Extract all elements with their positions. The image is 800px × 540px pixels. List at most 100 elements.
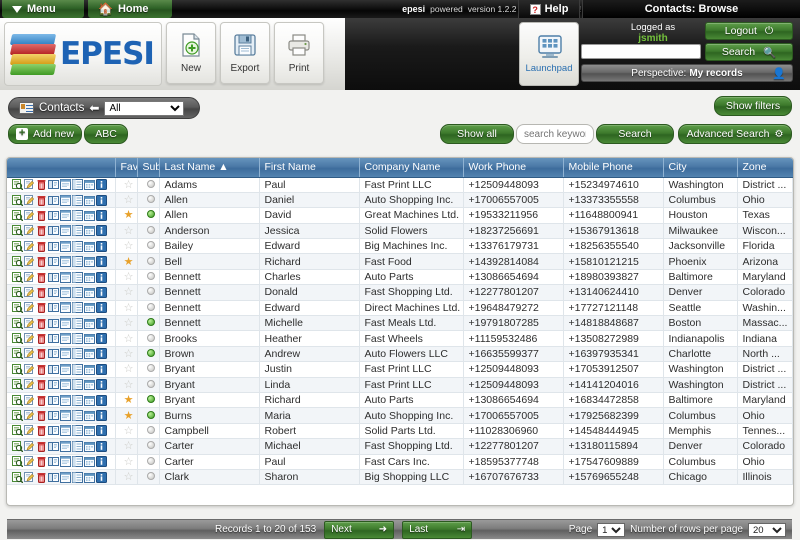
notes-icon[interactable] <box>60 179 71 191</box>
next-page-button[interactable]: Next ➜ <box>324 520 395 539</box>
tasks-icon[interactable] <box>72 194 83 206</box>
notes-icon[interactable] <box>60 302 71 314</box>
info-icon[interactable] <box>96 194 107 206</box>
subscribe-dot-icon[interactable] <box>146 225 155 234</box>
table-row[interactable]: ☆ Bryant Justin Fast Print LLC +12509448093 +… <box>7 361 793 378</box>
tasks-icon[interactable] <box>72 348 83 360</box>
subscribe-dot-icon[interactable] <box>146 348 155 357</box>
subscribe-dot-icon[interactable] <box>146 379 155 388</box>
subscribe-dot-icon[interactable] <box>146 302 155 311</box>
star-icon[interactable]: ☆ <box>124 194 134 206</box>
notes-icon[interactable] <box>60 209 71 221</box>
edit-icon[interactable] <box>24 256 35 267</box>
star-icon[interactable]: ☆ <box>124 179 134 191</box>
subscribe-dot-icon[interactable] <box>146 241 155 250</box>
star-icon[interactable]: ☆ <box>124 456 134 468</box>
edit-icon[interactable] <box>24 271 35 283</box>
calendar-icon[interactable] <box>84 410 95 422</box>
advanced-search-button[interactable]: Advanced Search ⚙ <box>678 124 792 144</box>
copy-icon[interactable] <box>48 456 59 467</box>
favorite-cell[interactable]: ★ <box>115 407 138 424</box>
delete-icon[interactable] <box>36 333 47 345</box>
subscribe-dot-icon[interactable] <box>146 318 155 327</box>
calendar-icon[interactable] <box>84 287 95 298</box>
subscribe-cell[interactable] <box>137 192 160 209</box>
copy-icon[interactable] <box>48 210 59 221</box>
subscribe-cell[interactable] <box>137 330 160 347</box>
copy-icon[interactable] <box>48 256 59 267</box>
calendar-icon[interactable] <box>84 272 95 283</box>
subscribe-dot-icon[interactable] <box>146 333 155 342</box>
column-header-fav[interactable]: Fav <box>115 158 138 178</box>
favorite-cell[interactable]: ★ <box>115 253 138 270</box>
logout-button[interactable]: Logout ⏻ <box>705 22 793 40</box>
column-header-last_name[interactable]: Last Name ▲ <box>159 158 260 178</box>
edit-icon[interactable] <box>24 410 35 421</box>
delete-icon[interactable] <box>36 348 47 360</box>
calendar-icon[interactable] <box>84 425 95 437</box>
favorite-cell[interactable]: ☆ <box>115 223 138 240</box>
favorite-cell[interactable]: ★ <box>115 392 138 409</box>
delete-icon[interactable] <box>36 225 47 237</box>
view-details-icon[interactable] <box>12 456 23 468</box>
table-row[interactable]: ☆ Bryant Linda Fast Print LLC +12509448093 +1… <box>7 377 793 393</box>
subscribe-cell[interactable] <box>137 223 160 240</box>
table-row[interactable]: ☆ Brown Andrew Auto Flowers LLC +16635599377… <box>7 346 793 363</box>
edit-icon[interactable] <box>24 363 35 375</box>
copy-icon[interactable] <box>48 225 59 236</box>
tasks-icon[interactable] <box>72 240 83 252</box>
star-icon[interactable]: ☆ <box>124 471 134 483</box>
favorite-cell[interactable]: ☆ <box>115 454 138 470</box>
info-icon[interactable] <box>96 209 107 221</box>
view-details-icon[interactable] <box>12 363 23 375</box>
star-icon[interactable]: ☆ <box>124 363 134 375</box>
star-icon[interactable]: ★ <box>124 410 134 422</box>
table-row[interactable]: ★ Allen David Great Machines Ltd. +195332119… <box>7 207 793 224</box>
tasks-icon[interactable] <box>72 302 83 314</box>
page-number-select[interactable]: 12345678 <box>597 522 626 537</box>
table-row[interactable]: ☆ Clark Sharon Big Shopping LLC +16707676733… <box>7 469 793 486</box>
table-row[interactable]: ☆ Brooks Heather Fast Wheels +11159532486 +13… <box>7 330 793 347</box>
favorite-cell[interactable]: ☆ <box>115 469 138 486</box>
tasks-icon[interactable] <box>72 410 83 422</box>
tasks-icon[interactable] <box>72 456 83 468</box>
table-row[interactable]: ☆ Allen Daniel Auto Shopping Inc. +170065570… <box>7 192 793 209</box>
notes-icon[interactable] <box>60 440 71 452</box>
info-icon[interactable] <box>96 348 107 360</box>
copy-icon[interactable] <box>48 272 59 283</box>
favorite-cell[interactable]: ☆ <box>115 361 138 378</box>
table-row[interactable]: ☆ Anderson Jessica Solid Flowers +1823725669… <box>7 223 793 240</box>
column-header-sub[interactable]: Sub <box>137 158 160 178</box>
tasks-icon[interactable] <box>72 225 83 237</box>
edit-icon[interactable] <box>24 333 35 344</box>
delete-icon[interactable] <box>36 195 47 206</box>
header-search-input[interactable] <box>581 44 701 59</box>
view-details-icon[interactable] <box>12 425 23 437</box>
favorite-cell[interactable]: ☆ <box>115 330 138 347</box>
delete-icon[interactable] <box>36 210 47 221</box>
subscribe-cell[interactable] <box>137 454 160 470</box>
subscribe-dot-icon[interactable] <box>146 256 155 265</box>
tasks-icon[interactable] <box>72 379 83 391</box>
notes-icon[interactable] <box>60 317 71 329</box>
calendar-icon[interactable] <box>84 441 95 452</box>
column-header-mobile_phone[interactable]: Mobile Phone <box>563 158 664 178</box>
new-button[interactable]: New <box>166 22 216 84</box>
show-filters-button[interactable]: Show filters <box>714 96 792 116</box>
calendar-icon[interactable] <box>84 225 95 237</box>
copy-icon[interactable] <box>48 425 59 436</box>
edit-icon[interactable] <box>24 456 35 467</box>
edit-icon[interactable] <box>24 471 35 483</box>
subscribe-cell[interactable] <box>137 423 160 440</box>
edit-icon[interactable] <box>24 348 35 359</box>
info-icon[interactable] <box>96 271 107 283</box>
notes-icon[interactable] <box>60 363 71 375</box>
subscribe-cell[interactable] <box>137 207 160 224</box>
info-icon[interactable] <box>96 363 107 375</box>
copy-icon[interactable] <box>48 302 59 313</box>
rows-per-page-select[interactable]: 10203050100 <box>748 522 786 537</box>
print-button[interactable]: Print <box>274 22 324 84</box>
subscribe-cell[interactable] <box>137 407 160 424</box>
delete-icon[interactable] <box>36 272 47 283</box>
calendar-icon[interactable] <box>84 210 95 221</box>
